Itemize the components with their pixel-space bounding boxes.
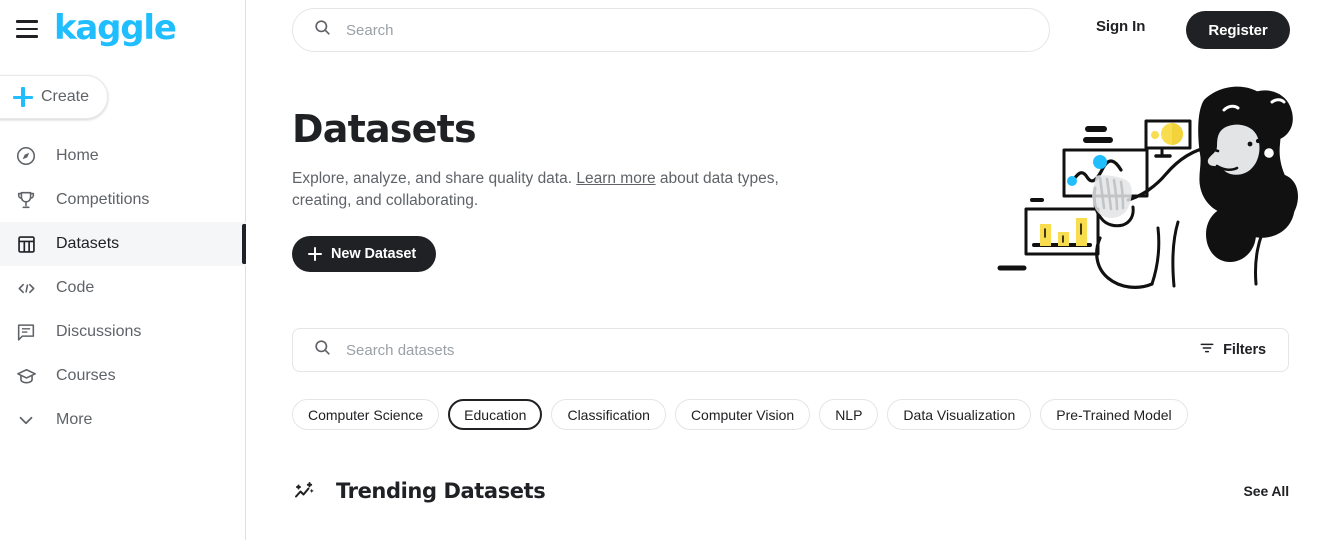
compass-icon	[14, 144, 38, 168]
sidebar-item-discussions[interactable]: Discussions	[0, 310, 246, 354]
new-dataset-button-label: New Dataset	[331, 246, 417, 262]
tag-chip-list: Computer Science Education Classificatio…	[292, 399, 1188, 430]
sidebar-item-label: Courses	[56, 367, 116, 384]
person-with-charts-illustration	[988, 78, 1310, 298]
kaggle-datasets-page: kaggle Create Home Competitions Datasets…	[0, 0, 1324, 540]
learn-more-link[interactable]: Learn more	[576, 170, 655, 187]
tag-chip[interactable]: Computer Vision	[674, 399, 811, 430]
trending-up-sparkle-icon	[292, 478, 318, 504]
create-button[interactable]: Create	[0, 75, 108, 119]
sidebar-header: kaggle	[0, 0, 245, 58]
filters-button[interactable]: Filters	[1199, 340, 1288, 361]
dataset-search-bar[interactable]: Search datasets Filters	[292, 328, 1289, 372]
main-content: Search Sign In Register Datasets Explore…	[246, 0, 1324, 540]
chevron-down-icon	[14, 408, 38, 432]
trending-datasets-section-header: Trending Datasets See All	[292, 472, 1289, 510]
sidebar-item-more[interactable]: More	[0, 398, 246, 442]
new-dataset-button[interactable]: New Dataset	[292, 236, 437, 272]
sidebar-item-label: Competitions	[56, 191, 150, 208]
search-icon	[313, 338, 332, 362]
filter-icon	[1199, 340, 1215, 361]
kaggle-logo[interactable]: kaggle	[54, 11, 177, 45]
sidebar-item-label: More	[56, 411, 93, 428]
global-search-input[interactable]: Search	[292, 8, 1050, 52]
top-bar: Search Sign In Register	[246, 0, 1324, 60]
code-brackets-icon	[14, 276, 38, 300]
hamburger-icon[interactable]	[14, 16, 40, 42]
tag-chip[interactable]: Data Visualization	[887, 399, 1032, 430]
dataset-search-placeholder: Search datasets	[346, 341, 455, 359]
sidebar-item-label: Discussions	[56, 323, 142, 340]
page-title: Datasets	[292, 107, 477, 151]
register-button[interactable]: Register	[1186, 11, 1290, 49]
sidebar-item-datasets[interactable]: Datasets	[0, 222, 247, 266]
tag-chip[interactable]: NLP	[819, 399, 879, 430]
plus-icon	[308, 247, 322, 261]
tag-chip[interactable]: Education	[448, 399, 543, 430]
sidebar-item-competitions[interactable]: Competitions	[0, 178, 246, 222]
filters-label: Filters	[1223, 342, 1266, 358]
graduation-cap-icon	[14, 364, 38, 388]
sidebar-item-label: Datasets	[56, 235, 120, 252]
see-all-link[interactable]: See All	[1244, 483, 1290, 499]
plus-icon	[13, 87, 33, 107]
table-icon	[14, 232, 38, 256]
sidebar-item-code[interactable]: Code	[0, 266, 246, 310]
sidebar: kaggle Create Home Competitions Datasets…	[0, 0, 247, 540]
tag-chip[interactable]: Pre-Trained Model	[1040, 399, 1188, 430]
sidebar-item-label: Home	[56, 147, 99, 164]
global-search-placeholder: Search	[346, 21, 394, 39]
sidebar-item-courses[interactable]: Courses	[0, 354, 246, 398]
tag-chip[interactable]: Computer Science	[292, 399, 440, 430]
sign-in-button[interactable]: Sign In	[1096, 18, 1145, 35]
create-button-label: Create	[41, 88, 90, 105]
description-text-before: Explore, analyze, and share quality data…	[292, 170, 577, 187]
trending-datasets-title: Trending Datasets	[336, 479, 546, 503]
page-description: Explore, analyze, and share quality data…	[292, 168, 792, 212]
tag-chip[interactable]: Classification	[551, 399, 666, 430]
comment-icon	[14, 320, 38, 344]
sidebar-nav: Home Competitions Datasets Code Discussi…	[0, 134, 247, 442]
trophy-icon	[14, 188, 38, 212]
search-icon	[313, 18, 332, 42]
sidebar-item-home[interactable]: Home	[0, 134, 246, 178]
sidebar-item-label: Code	[56, 279, 95, 296]
